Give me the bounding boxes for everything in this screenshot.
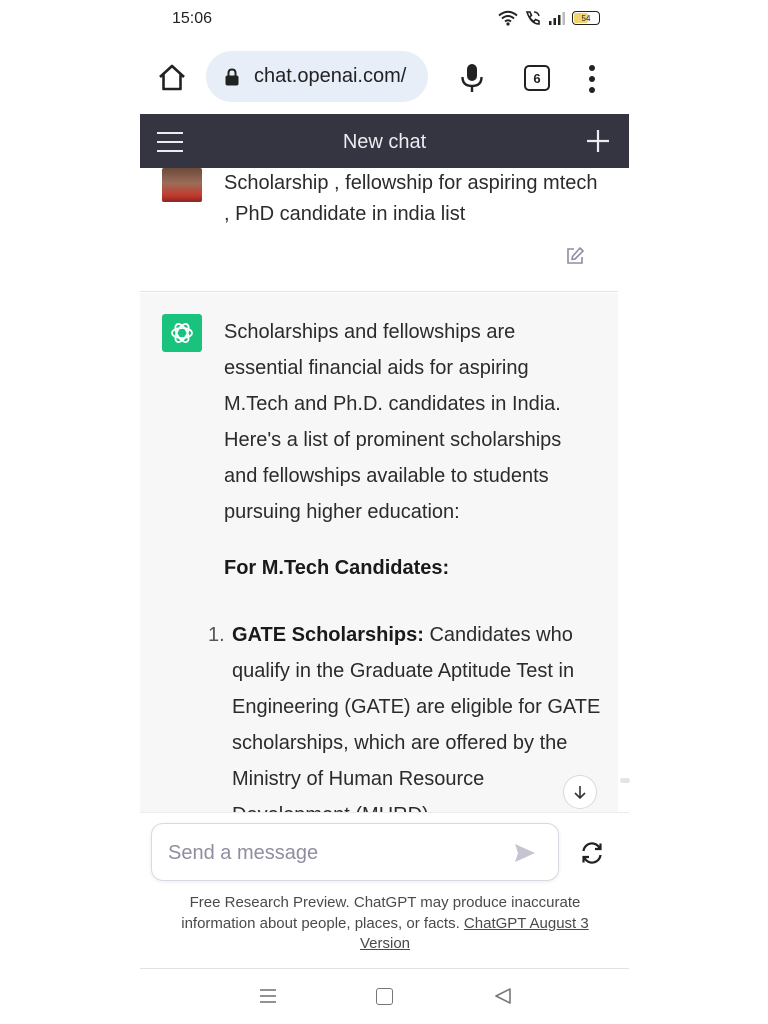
- arrow-down-icon: [574, 786, 586, 800]
- lock-icon: [225, 67, 239, 85]
- nav-home-icon[interactable]: [376, 988, 393, 1005]
- list-text: Candidates who qualify in the Graduate A…: [232, 624, 601, 812]
- assistant-intro: Scholarships and fellowships are essenti…: [224, 321, 562, 523]
- battery-level: 54: [581, 13, 591, 23]
- composer: Free Research Preview. ChatGPT may produ…: [140, 812, 629, 968]
- plus-icon[interactable]: [586, 129, 610, 153]
- list-title: GATE Scholarships:: [232, 624, 424, 646]
- mic-icon[interactable]: [458, 62, 486, 94]
- list-body: GATE Scholarships: Candidates who qualif…: [232, 617, 604, 812]
- call-icon: [525, 11, 540, 25]
- nav-menu-icon[interactable]: [258, 988, 278, 1004]
- tab-count: 6: [533, 70, 541, 86]
- page-title: New chat: [342, 131, 427, 153]
- scroll-to-bottom-button[interactable]: [563, 775, 597, 809]
- list-number: 1.: [208, 624, 225, 646]
- message-box[interactable]: [151, 823, 559, 881]
- nav-back-icon[interactable]: [494, 987, 512, 1005]
- send-icon[interactable]: [513, 841, 537, 865]
- status-time: 15:06: [172, 10, 213, 27]
- message-input[interactable]: [168, 838, 488, 868]
- status-icons: 54: [498, 10, 600, 26]
- assistant-message: Scholarships and fellowships are essenti…: [140, 293, 618, 812]
- user-message-text: Scholarship , fellowship for aspiring mt…: [224, 172, 598, 225]
- more-vert-icon[interactable]: [584, 64, 600, 94]
- system-nav-bar: [0, 968, 768, 1024]
- chat-thread[interactable]: Scholarship , fellowship for aspiring mt…: [140, 168, 629, 812]
- browser-toolbar: chat.openai.com/ 6: [0, 40, 768, 114]
- battery-icon: 54: [572, 11, 600, 25]
- edit-icon[interactable]: [565, 246, 585, 266]
- user-avatar: [162, 168, 202, 202]
- regenerate-icon[interactable]: [580, 841, 604, 865]
- section-heading: For M.Tech Candidates:: [224, 557, 450, 579]
- home-icon[interactable]: [156, 62, 188, 94]
- scrollbar-thumb[interactable]: [620, 778, 630, 783]
- chat-header: New chat: [140, 114, 629, 168]
- wifi-icon: [498, 10, 518, 26]
- user-message: Scholarship , fellowship for aspiring mt…: [140, 168, 618, 292]
- tabs-button[interactable]: 6: [524, 65, 550, 91]
- openai-logo-icon: [162, 314, 202, 352]
- divider: [140, 968, 629, 969]
- signal-icon: [549, 12, 565, 25]
- url-bar[interactable]: chat.openai.com/: [206, 51, 428, 102]
- disclaimer: Free Research Preview. ChatGPT may produ…: [158, 893, 612, 955]
- url-text: chat.openai.com/: [254, 65, 407, 87]
- status-bar: 15:06 54: [0, 0, 768, 40]
